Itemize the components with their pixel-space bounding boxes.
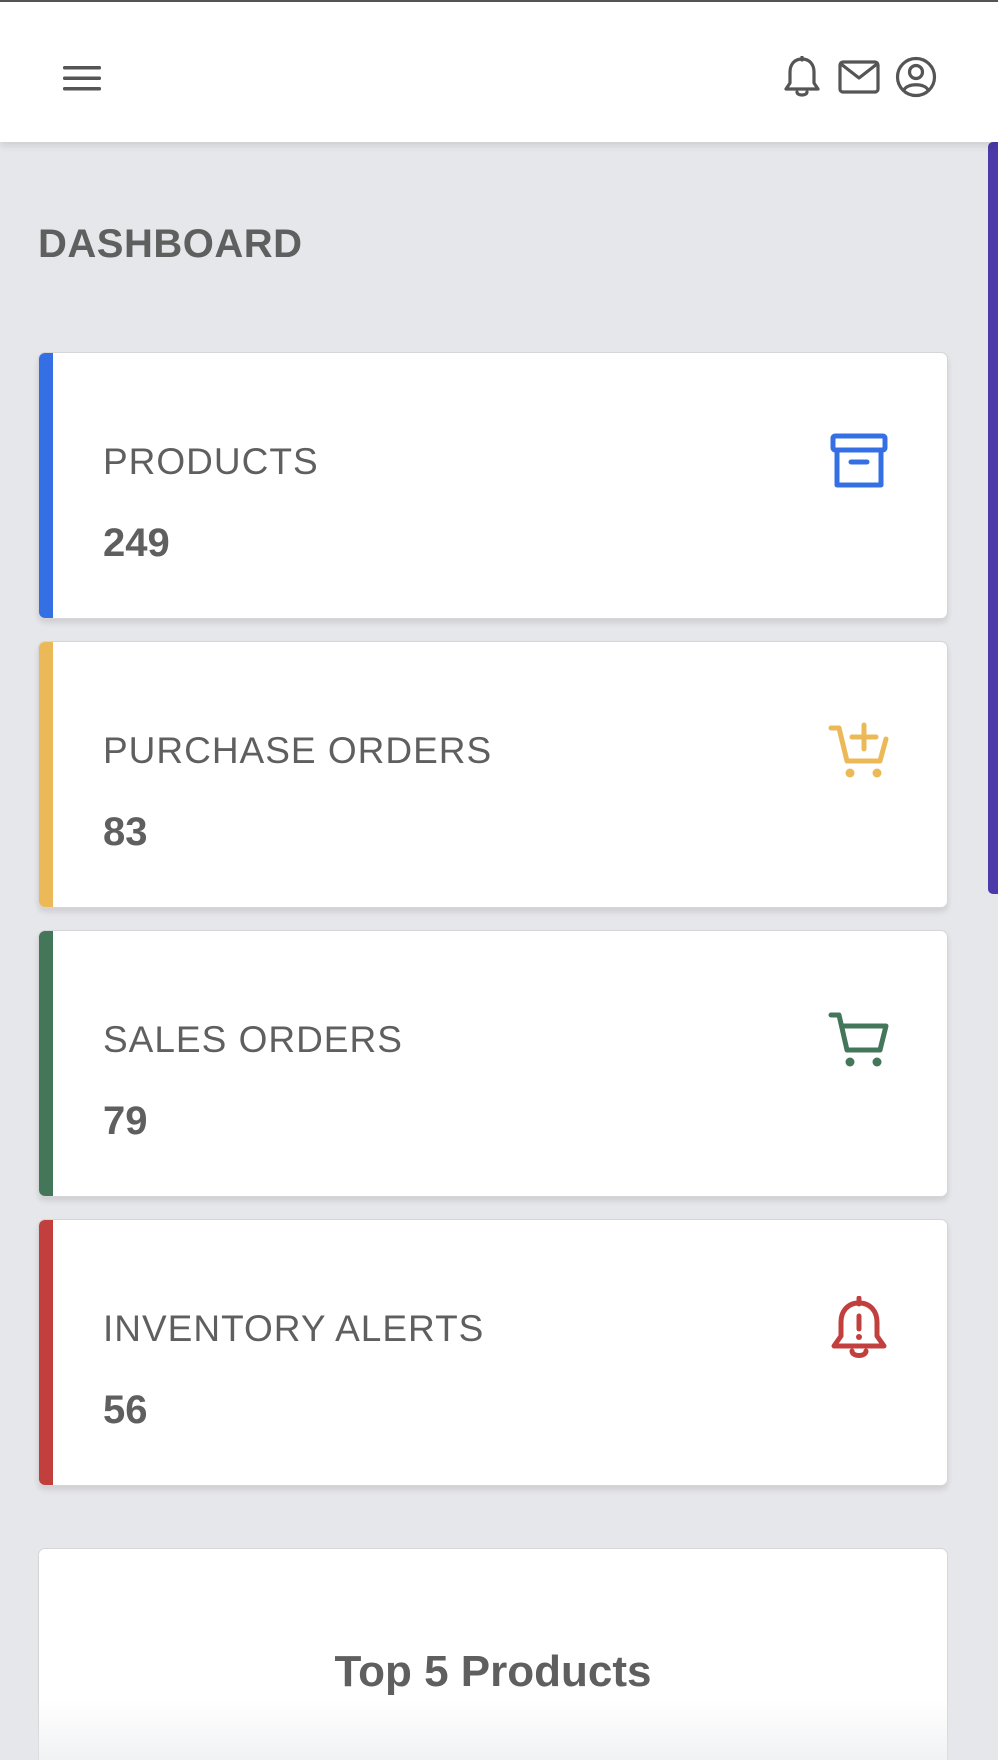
card-label: PRODUCTS	[103, 441, 319, 482]
mail-icon	[838, 60, 880, 94]
card-accent	[39, 642, 53, 907]
card-accent	[39, 1220, 53, 1485]
purchase-orders-card[interactable]: PURCHASE ORDERS 83	[38, 641, 948, 908]
bell-alert-icon	[827, 1296, 891, 1360]
chart-title: Top 5 Products	[334, 1647, 652, 1696]
page-title: DASHBOARD	[38, 222, 303, 266]
inventory-alerts-card[interactable]: INVENTORY ALERTS 56	[38, 1219, 948, 1486]
messages-button[interactable]	[835, 52, 883, 102]
card-value: 56	[103, 1388, 148, 1432]
card-value: 79	[103, 1099, 148, 1143]
profile-button[interactable]	[892, 52, 940, 102]
scrollbar-thumb[interactable]	[988, 142, 998, 894]
archive-box-icon	[827, 429, 891, 493]
user-circle-icon	[895, 56, 937, 98]
top-products-chart-card: Top 5 Products	[38, 1548, 948, 1760]
card-accent	[39, 353, 53, 618]
card-label: SALES ORDERS	[103, 1019, 403, 1060]
card-label: PURCHASE ORDERS	[103, 730, 493, 771]
top-navbar	[0, 0, 998, 142]
card-label: INVENTORY ALERTS	[103, 1308, 485, 1349]
notifications-button[interactable]	[778, 52, 826, 102]
sales-orders-card[interactable]: SALES ORDERS 79	[38, 930, 948, 1197]
card-accent	[39, 931, 53, 1196]
bell-icon	[784, 56, 820, 97]
cart-plus-icon	[827, 718, 891, 782]
card-value: 249	[103, 521, 170, 565]
header-actions	[769, 52, 940, 102]
menu-icon	[63, 66, 101, 91]
products-card[interactable]: PRODUCTS 249	[38, 352, 948, 619]
card-value: 83	[103, 810, 148, 854]
cart-icon	[827, 1007, 891, 1071]
menu-button[interactable]	[58, 56, 106, 100]
